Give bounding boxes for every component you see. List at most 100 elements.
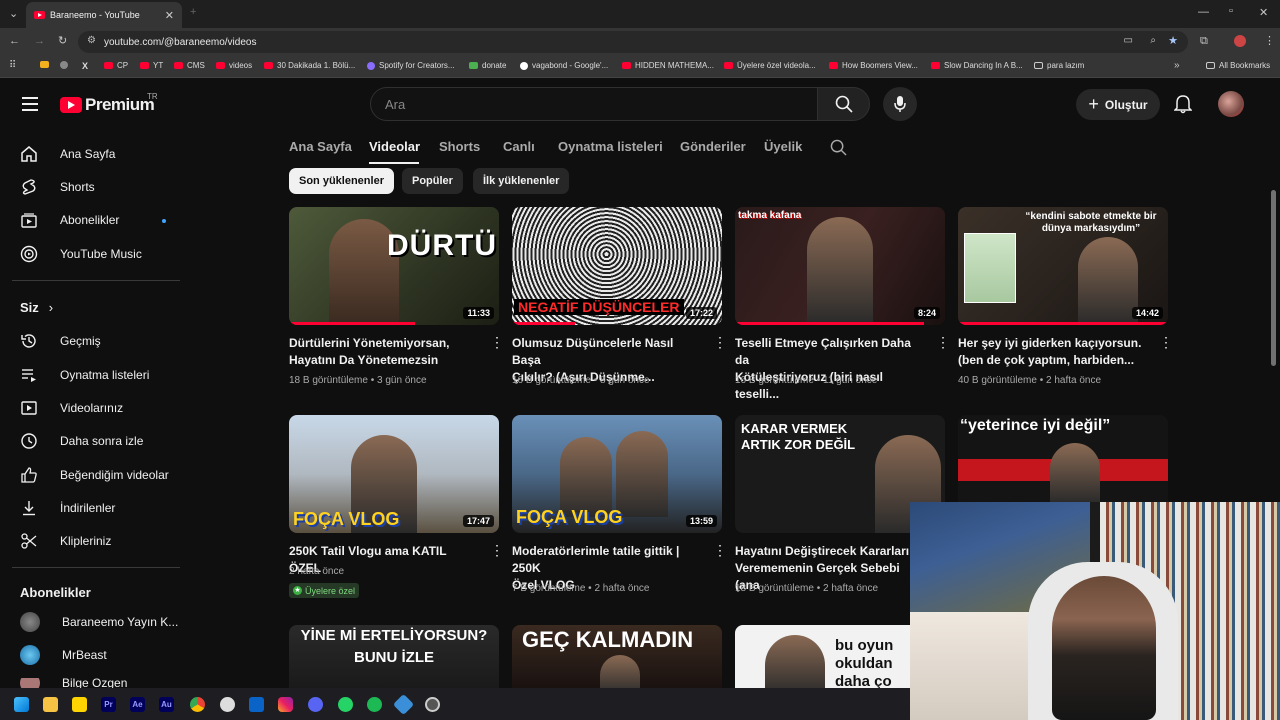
tab-videos[interactable]: Videolar <box>369 139 420 154</box>
video-thumbnail[interactable]: GEÇ KALMADIN <box>512 625 722 688</box>
restore-icon[interactable]: ▫ <box>1229 5 1233 17</box>
video-thumbnail[interactable]: “yeterince iyi değil” <box>958 415 1168 502</box>
sticky-notes-icon[interactable] <box>72 697 87 712</box>
tab-live[interactable]: Canlı <box>503 139 535 154</box>
sidebar-you-header[interactable]: Siz › <box>20 300 53 315</box>
youtube-premium-logo[interactable]: Premium <box>60 95 155 115</box>
instagram-icon[interactable] <box>278 697 293 712</box>
voice-search-button[interactable] <box>883 87 917 121</box>
back-icon[interactable]: ← <box>9 35 20 47</box>
video-thumbnail[interactable]: DÜRTÜ! 11:33 <box>289 207 499 325</box>
search-button[interactable] <box>817 87 870 121</box>
file-explorer-icon[interactable] <box>43 697 58 712</box>
more-actions-icon[interactable]: ⋮ <box>713 335 727 349</box>
more-actions-icon[interactable]: ⋮ <box>490 543 504 557</box>
zoom-icon[interactable]: ⌕ <box>1150 35 1156 46</box>
bookmark-item[interactable]: CP <box>104 61 128 70</box>
premiere-pro-icon[interactable]: Pr <box>101 697 116 712</box>
sidebar-subscription-channel[interactable]: MrBeast <box>20 645 107 665</box>
install-icon[interactable]: ▭ <box>1124 35 1133 46</box>
tab-posts[interactable]: Gönderiler <box>680 139 746 154</box>
sidebar-item-shorts[interactable]: Shorts <box>20 177 95 197</box>
discord-icon[interactable] <box>308 697 323 712</box>
tab-close-icon[interactable]: ✕ <box>165 9 174 22</box>
video-title[interactable]: Teselli Etmeye Çalışırken Daha da Kötüleş… <box>735 335 923 403</box>
video-thumbnail[interactable]: NEGATİF DÜŞÜNCELER 17:22 <box>512 207 722 325</box>
search-input[interactable]: Ara <box>370 87 818 121</box>
spotify-icon[interactable] <box>367 697 382 712</box>
bookmark-item[interactable]: 30 Dakikada 1. Bölü... <box>264 61 355 70</box>
apps-icon[interactable]: ⠿ <box>9 60 16 71</box>
tab-home[interactable]: Ana Sayfa <box>289 139 352 154</box>
sidebar-item-clips[interactable]: Klipleriniz <box>20 531 111 551</box>
tab-playlists[interactable]: Oynatma listeleri <box>558 139 663 154</box>
more-actions-icon[interactable]: ⋮ <box>713 543 727 557</box>
bookmark-item[interactable]: vagabond - Google'... <box>520 61 608 70</box>
bookmark-item[interactable]: Spotify for Creators... <box>367 61 455 70</box>
bookmark-item[interactable] <box>60 61 68 69</box>
reload-icon[interactable]: ↻ <box>58 34 67 47</box>
tab-search-icon[interactable]: ⌄ <box>9 7 18 20</box>
create-button[interactable]: + Oluştur <box>1076 89 1160 120</box>
tab-shorts[interactable]: Shorts <box>439 139 480 154</box>
bookmark-item[interactable]: How Boomers View... <box>829 61 918 70</box>
bookmark-item[interactable]: Üyelere özel videola... <box>724 61 816 70</box>
bookmark-folder[interactable]: para lazım <box>1034 61 1084 70</box>
video-title[interactable]: Dürtülerini Yönetemiyorsan, Hayatını Da Y… <box>289 335 477 369</box>
bookmark-item[interactable] <box>40 61 49 68</box>
sidebar-item-home[interactable]: Ana Sayfa <box>20 144 115 164</box>
video-thumbnail[interactable]: “kendini sabote etmekte bir dünya markas… <box>958 207 1168 325</box>
site-info-icon[interactable]: ⚙ <box>87 35 96 46</box>
chip-popular[interactable]: Popüler <box>402 168 463 194</box>
bookmark-item[interactable]: HIDDEN MATHEMA... <box>622 61 714 70</box>
sidebar-item-your-videos[interactable]: Videolarınız <box>20 398 123 418</box>
whatsapp-icon[interactable] <box>338 697 353 712</box>
more-actions-icon[interactable]: ⋮ <box>490 335 504 349</box>
sidebar-subscription-channel[interactable]: Baraneemo Yayın K... <box>20 612 178 632</box>
more-bookmarks-icon[interactable]: » <box>1174 60 1180 71</box>
tab-membership[interactable]: Üyelik <box>764 139 802 154</box>
after-effects-icon[interactable]: Ae <box>130 697 145 712</box>
sidebar-item-youtube-music[interactable]: YouTube Music <box>20 244 142 264</box>
bookmark-item[interactable]: videos <box>216 61 252 70</box>
outlook-icon[interactable] <box>249 697 264 712</box>
sidebar-item-liked-videos[interactable]: Beğendiğim videolar <box>20 465 169 485</box>
video-thumbnail[interactable]: FOÇA VLOG 13:59 <box>512 415 722 533</box>
chrome-icon[interactable] <box>190 697 205 712</box>
bookmark-item[interactable]: donate <box>469 61 506 70</box>
sidebar-item-watch-later[interactable]: Daha sonra izle <box>20 431 143 451</box>
forward-icon[interactable]: → <box>34 35 45 47</box>
video-thumbnail[interactable]: YİNE Mİ ERTELİYORSUN? BUNU İZLE <box>289 625 499 688</box>
close-window-icon[interactable]: ✕ <box>1259 6 1268 19</box>
address-bar[interactable]: ⚙ youtube.com/@baraneemo/videos ▭ ⌕ ★ <box>78 31 1188 53</box>
sidebar-item-history[interactable]: Geçmiş <box>20 331 101 351</box>
sidebar-item-downloads[interactable]: İndirilenler <box>20 498 115 518</box>
obs-icon[interactable] <box>425 697 440 712</box>
bookmark-item[interactable]: YT <box>140 61 163 70</box>
new-tab-icon[interactable]: + <box>190 6 196 18</box>
more-actions-icon[interactable]: ⋮ <box>936 335 950 349</box>
extensions-icon[interactable]: ⧉ <box>1200 35 1208 48</box>
notifications-bell-icon[interactable] <box>1174 94 1192 114</box>
chip-oldest[interactable]: İlk yüklenenler <box>473 168 570 194</box>
app-icon[interactable] <box>220 697 235 712</box>
minimize-icon[interactable]: — <box>1198 6 1209 18</box>
video-title[interactable]: Her şey iyi giderken kaçıyorsun. (ben de … <box>958 335 1146 369</box>
video-thumbnail[interactable]: takma kafana 8:24 <box>735 207 945 325</box>
video-thumbnail[interactable]: FOÇA VLOG 17:47 <box>289 415 499 533</box>
channel-search-icon[interactable] <box>830 139 847 156</box>
sidebar-subscription-channel[interactable]: Bilge Özgen <box>20 678 127 688</box>
account-avatar[interactable] <box>1218 91 1244 117</box>
all-bookmarks[interactable]: All Bookmarks <box>1206 61 1270 70</box>
audition-icon[interactable]: Au <box>159 697 174 712</box>
menu-icon[interactable]: ⋮ <box>1264 34 1275 47</box>
browser-tab[interactable]: Baraneemo - YouTube ✕ <box>26 2 182 28</box>
more-actions-icon[interactable]: ⋮ <box>1159 335 1173 349</box>
page-scrollbar[interactable] <box>1271 190 1276 366</box>
bookmark-star-icon[interactable]: ★ <box>1168 34 1178 47</box>
windows-start-icon[interactable] <box>14 697 29 712</box>
bookmark-item[interactable]: Slow Dancing In A B... <box>931 61 1023 70</box>
chip-latest[interactable]: Son yüklenenler <box>289 168 394 194</box>
sidebar-item-subscriptions[interactable]: Abonelikler <box>20 210 119 230</box>
guide-menu-icon[interactable] <box>22 97 38 115</box>
